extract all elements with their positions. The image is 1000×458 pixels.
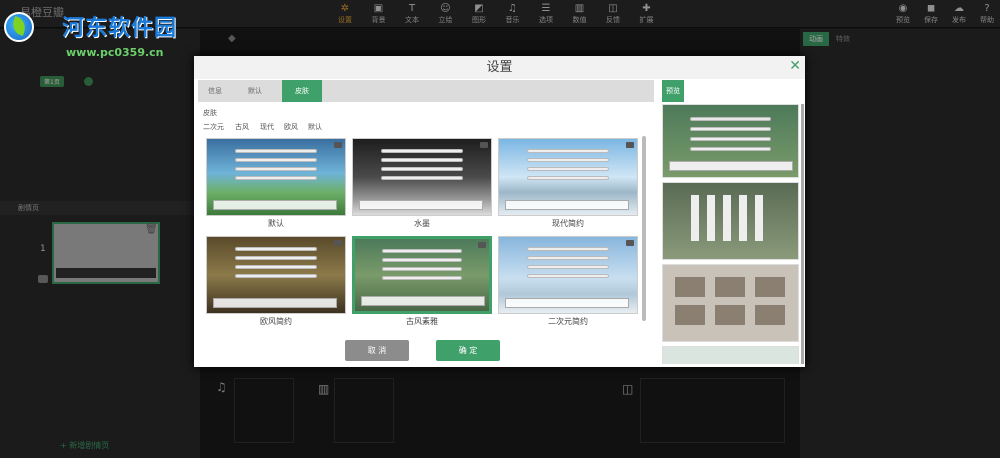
skin-badge-icon [480,142,488,148]
skin-badge-icon [478,242,486,248]
filter-ancient[interactable]: 古风 [235,122,249,132]
preview-dialog-screen [662,104,799,178]
skin-badge-icon [626,142,634,148]
cancel-button[interactable]: 取 消 [345,340,409,361]
skin-thumbnail[interactable] [498,236,638,314]
skin-name: 默认 [268,219,284,228]
skin-card[interactable]: 二次元简约 [498,236,638,328]
skin-thumbnail[interactable] [206,236,346,314]
preview-options-screen [662,182,799,260]
skin-name: 二次元简约 [548,317,588,326]
skin-list-scrollbar[interactable] [642,136,646,321]
filter-anime[interactable]: 二次元 [203,122,224,132]
confirm-button[interactable]: 确 定 [436,340,500,361]
dialog-title: 设置 [194,56,805,79]
skin-card[interactable]: 古风素雅 [352,236,492,328]
watermark-url: www.pc0359.cn [66,46,164,59]
skin-section-label: 皮肤 [203,109,217,117]
skin-card[interactable]: 水墨 [352,138,492,230]
skin-thumbnail[interactable] [206,138,346,216]
preview-bottom-screen [662,346,799,364]
skin-name: 现代简约 [552,219,584,228]
filter-modern[interactable]: 现代 [260,122,274,132]
skin-card[interactable]: 默认 [206,138,346,230]
skin-card[interactable]: 欧风简约 [206,236,346,328]
preview-column [662,104,799,364]
skin-badge-icon [626,240,634,246]
filter-default[interactable]: 默认 [308,122,322,132]
settings-dialog: 设置 ✕ 信息 默认 皮肤 皮肤 二次元 古风 现代 欧风 默认 默认 水墨 现代简… [194,56,805,367]
preview-scrollbar[interactable] [801,104,804,364]
skin-name: 古风素雅 [406,317,438,326]
watermark-logo [4,12,40,48]
tab-info[interactable]: 信息 [198,80,232,102]
preview-gallery-screen [662,264,799,342]
skin-name: 水墨 [414,219,430,228]
preview-label: 预览 [662,80,684,102]
close-icon[interactable]: ✕ [789,58,801,74]
watermark-title: 河东软件园 [62,15,178,41]
skin-thumbnail[interactable] [498,138,638,216]
skin-badge-icon [334,240,342,246]
tab-default[interactable]: 默认 [238,80,272,102]
skin-name: 欧风简约 [260,317,292,326]
skin-card[interactable]: 现代简约 [498,138,638,230]
skin-thumbnail[interactable] [352,236,492,314]
filter-european[interactable]: 欧风 [284,122,298,132]
tab-skin[interactable]: 皮肤 [282,80,322,102]
skin-thumbnail[interactable] [352,138,492,216]
dialog-tabs: 信息 默认 皮肤 [198,80,654,102]
skin-badge-icon [334,142,342,148]
